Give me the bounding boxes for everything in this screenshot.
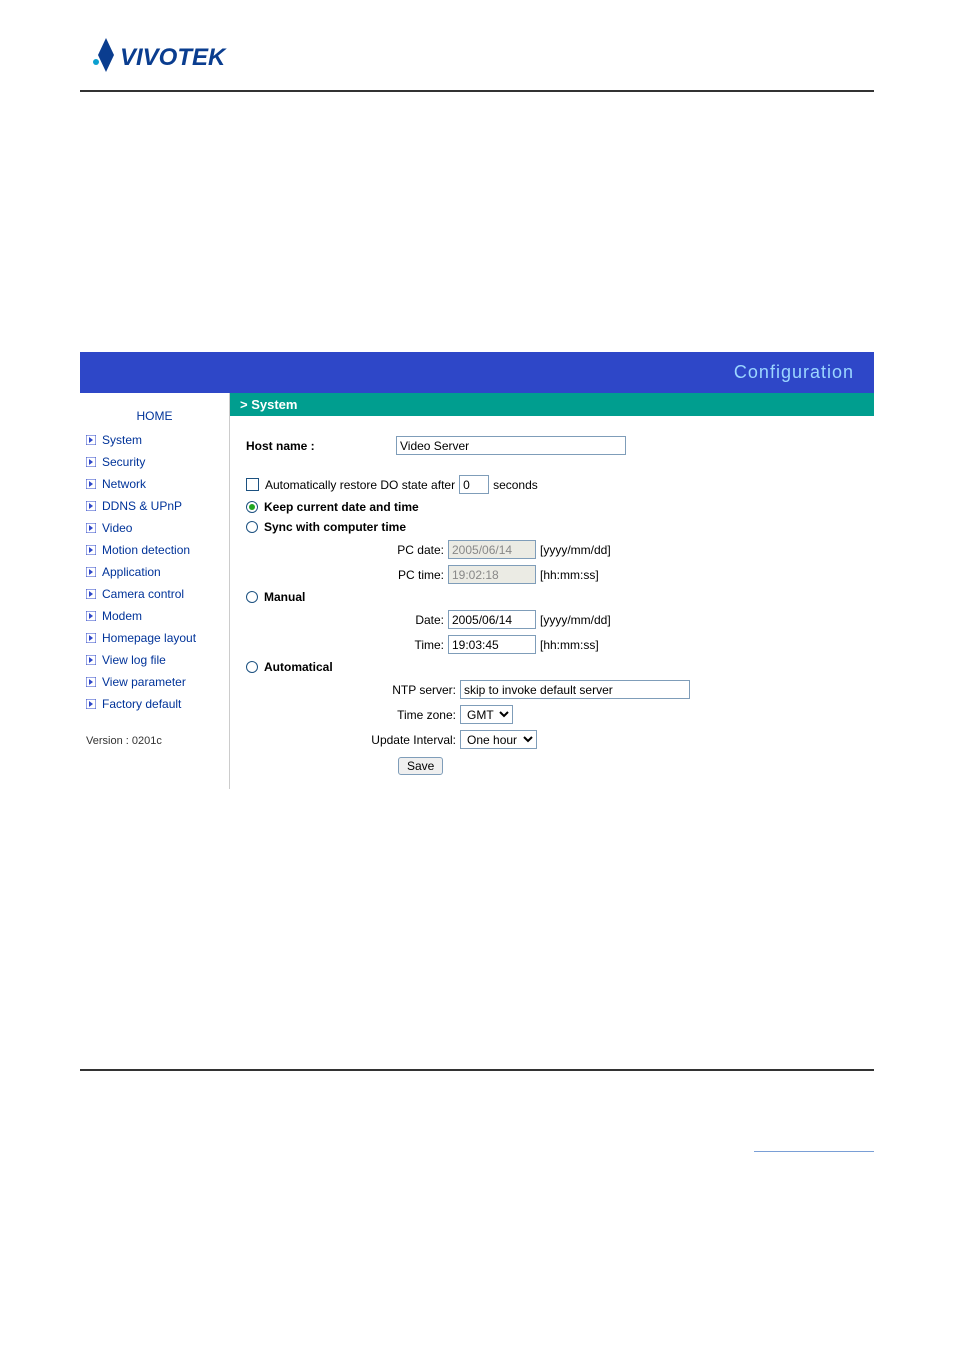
nav-item-label: View log file	[102, 653, 166, 667]
arrow-right-icon	[86, 457, 96, 467]
arrow-right-icon	[86, 633, 96, 643]
ntp-server-input[interactable]	[460, 680, 690, 699]
manual-time-hint: [hh:mm:ss]	[540, 638, 599, 652]
update-interval-label: Update Interval:	[326, 733, 456, 747]
hostname-label: Host name :	[246, 439, 396, 453]
manual-date-hint: [yyyy/mm/dd]	[540, 613, 611, 627]
top-divider	[80, 90, 874, 92]
menu-video[interactable]: Video	[84, 517, 225, 539]
pc-time-hint: [hh:mm:ss]	[540, 568, 599, 582]
pc-date-input	[448, 540, 536, 559]
menu-homepage-layout[interactable]: Homepage layout	[84, 627, 225, 649]
menu-application[interactable]: Application	[84, 561, 225, 583]
menu-modem[interactable]: Modem	[84, 605, 225, 627]
arrow-right-icon	[86, 611, 96, 621]
pc-time-input	[448, 565, 536, 584]
radio-automatical[interactable]	[246, 661, 258, 673]
menu-motion-detection[interactable]: Motion detection	[84, 539, 225, 561]
home-link[interactable]: HOME	[84, 403, 225, 429]
arrow-right-icon	[86, 501, 96, 511]
manual-time-label: Time:	[356, 638, 444, 652]
hostname-input[interactable]	[396, 436, 626, 455]
bottom-divider	[80, 1069, 874, 1071]
nav-item-label: System	[102, 433, 142, 447]
manual-date-label: Date:	[356, 613, 444, 627]
arrow-right-icon	[86, 545, 96, 555]
nav-item-label: Modem	[102, 609, 142, 623]
arrow-right-icon	[86, 523, 96, 533]
sidebar: HOME System Security Network DDNS & UPnP Vid…	[80, 393, 230, 789]
update-interval-select[interactable]: One hour	[460, 730, 537, 749]
nav-item-label: Security	[102, 455, 145, 469]
nav-item-label: Network	[102, 477, 146, 491]
nav-item-label: Application	[102, 565, 161, 579]
arrow-right-icon	[86, 435, 96, 445]
auto-restore-seconds-input[interactable]	[459, 475, 489, 494]
menu-camera-control[interactable]: Camera control	[84, 583, 225, 605]
pc-date-label: PC date:	[356, 543, 444, 557]
arrow-right-icon	[86, 655, 96, 665]
arrow-right-icon	[86, 589, 96, 599]
pc-date-hint: [yyyy/mm/dd]	[540, 543, 611, 557]
nav-item-label: Motion detection	[102, 543, 190, 557]
radio-keep-current[interactable]	[246, 501, 258, 513]
nav-item-label: Video	[102, 521, 132, 535]
auto-restore-label-suffix: seconds	[493, 478, 538, 492]
ntp-server-label: NTP server:	[326, 683, 456, 697]
nav-item-label: Factory default	[102, 697, 181, 711]
section-title: > System	[230, 393, 874, 416]
auto-restore-label-prefix: Automatically restore DO state after	[265, 478, 455, 492]
menu-factory-default[interactable]: Factory default	[84, 693, 225, 715]
svg-text:VIVOTEK: VIVOTEK	[120, 44, 227, 71]
radio-auto-label: Automatical	[264, 660, 333, 674]
version-label: Version : 0201c	[84, 715, 225, 767]
radio-keep-label: Keep current date and time	[264, 500, 419, 514]
menu-security[interactable]: Security	[84, 451, 225, 473]
radio-manual-label: Manual	[264, 590, 305, 604]
pc-time-label: PC time:	[356, 568, 444, 582]
menu-view-parameter[interactable]: View parameter	[84, 671, 225, 693]
timezone-label: Time zone:	[326, 708, 456, 722]
nav-item-label: Homepage layout	[102, 631, 196, 645]
radio-sync-computer[interactable]	[246, 521, 258, 533]
arrow-right-icon	[86, 677, 96, 687]
config-title: Configuration	[734, 362, 854, 382]
menu-ddns-upnp[interactable]: DDNS & UPnP	[84, 495, 225, 517]
config-title-bar: Configuration	[80, 352, 874, 393]
auto-restore-checkbox[interactable]	[246, 478, 259, 491]
menu-view-log[interactable]: View log file	[84, 649, 225, 671]
radio-manual[interactable]	[246, 591, 258, 603]
manual-time-input[interactable]	[448, 635, 536, 654]
nav-item-label: Camera control	[102, 587, 184, 601]
footer-accent-line	[754, 1151, 874, 1152]
menu-system[interactable]: System	[84, 429, 225, 451]
radio-sync-label: Sync with computer time	[264, 520, 406, 534]
save-button[interactable]: Save	[398, 757, 443, 775]
arrow-right-icon	[86, 567, 96, 577]
nav-item-label: DDNS & UPnP	[102, 499, 182, 513]
arrow-right-icon	[86, 479, 96, 489]
timezone-select[interactable]: GMT	[460, 705, 513, 724]
brand-logo: VIVOTEK	[80, 30, 874, 80]
arrow-right-icon	[86, 699, 96, 709]
menu-network[interactable]: Network	[84, 473, 225, 495]
manual-date-input[interactable]	[448, 610, 536, 629]
nav-item-label: View parameter	[102, 675, 186, 689]
content-panel: > System Host name : Automatically resto…	[230, 393, 874, 789]
